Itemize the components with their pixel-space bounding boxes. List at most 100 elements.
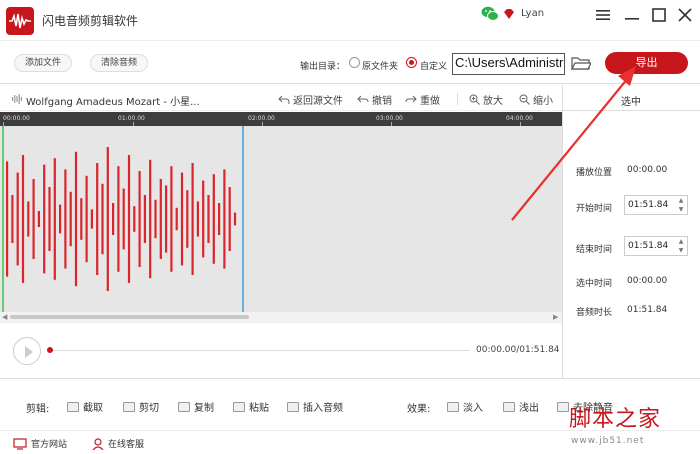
radio-custom-label[interactable]: 自定义	[420, 59, 447, 72]
waveform-bar	[21, 155, 25, 283]
radio-source-folder-label[interactable]: 原文件夹	[362, 59, 398, 72]
waveform-bar	[101, 183, 104, 255]
copy-button[interactable]: 复制	[178, 399, 214, 414]
play-position-label: 播放位置	[576, 168, 613, 178]
user-name[interactable]: Lyan	[521, 8, 544, 19]
trim-button[interactable]: 截取	[67, 399, 103, 414]
zoom-out-icon	[519, 94, 530, 105]
app-title: 闪电音频剪辑软件	[42, 14, 139, 28]
back-to-source-button[interactable]: 返回源文件	[278, 92, 343, 107]
clear-audio-button[interactable]: 清除音频	[90, 54, 149, 72]
waveform-bar	[202, 180, 205, 258]
waveform-bar	[16, 172, 19, 266]
selection-panel-title: 选中	[621, 97, 641, 108]
radio-source-folder[interactable]	[349, 57, 360, 68]
toolbar-divider	[457, 93, 458, 105]
waveform-bar	[122, 188, 125, 250]
paste-label: 粘贴	[249, 403, 269, 414]
scrollbar-thumb[interactable]	[10, 315, 249, 319]
official-website-link[interactable]: 官方网站	[13, 437, 67, 450]
play-position-value: 00:00.00	[627, 165, 668, 175]
end-time-down-icon[interactable]: ▼	[675, 246, 687, 255]
waveform-bar	[117, 166, 120, 272]
waveform-bar	[112, 203, 115, 235]
redo-icon	[405, 95, 417, 102]
output-path-input[interactable]: C:\Users\Administrator	[452, 53, 565, 75]
undo-label: 撤销	[372, 96, 392, 107]
insert-audio-button[interactable]: 插入音频	[287, 399, 343, 414]
scroll-right-arrow-icon[interactable]: ▶	[553, 313, 558, 321]
export-button[interactable]: 导出	[605, 52, 688, 74]
waveform-bar	[180, 172, 184, 266]
waveform-bar	[228, 187, 231, 251]
copy-label: 复制	[194, 403, 214, 414]
site-watermark: 脚本之家 www.jb51.net	[569, 401, 697, 451]
waveform-bar	[53, 158, 56, 280]
start-time-label: 开始时间	[576, 204, 613, 214]
selection-panel: 选中 播放位置 00:00.00 开始时间 01:51.84 ▲ ▼ 结束时间 0…	[562, 85, 700, 378]
menu-button[interactable]	[592, 4, 614, 26]
customer-service-icon	[92, 437, 104, 450]
zoom-in-button[interactable]: 放大	[469, 92, 503, 107]
ruler-label: 02:00.00	[248, 115, 275, 122]
end-time-up-icon[interactable]: ▲	[675, 237, 687, 246]
playback-progress[interactable]	[47, 347, 470, 353]
timeline-ruler[interactable]: 00:00.00 01:00.00 02:00.00 03:00.00 04:0…	[0, 112, 562, 126]
waveform-bar	[170, 166, 173, 272]
undo-button[interactable]: 撤销	[357, 92, 392, 107]
folder-open-icon[interactable]	[571, 55, 591, 71]
undo-icon	[357, 95, 369, 102]
start-time-down-icon[interactable]: ▼	[675, 205, 687, 214]
waveform-bar	[80, 198, 83, 240]
scroll-left-arrow-icon[interactable]: ◀	[2, 313, 7, 321]
horizontal-scrollbar[interactable]: ◀ ▶	[0, 312, 562, 322]
waveform-bar	[74, 151, 78, 287]
waveform-bar	[64, 169, 67, 269]
radio-custom[interactable]	[406, 57, 417, 68]
waveform-bar	[165, 185, 168, 253]
waveform-bar	[133, 206, 136, 232]
minimize-button[interactable]	[621, 4, 643, 26]
start-time-value[interactable]: 01:51.84	[628, 200, 668, 210]
redo-button[interactable]: 重做	[405, 92, 440, 107]
wechat-icon[interactable]	[481, 6, 499, 22]
progress-knob[interactable]	[47, 347, 53, 353]
waveform-bar	[175, 207, 178, 231]
online-support-link[interactable]: 在线客服	[92, 437, 144, 450]
end-time-stepper[interactable]: 01:51.84 ▲ ▼	[624, 236, 688, 256]
waveform-bar	[212, 174, 215, 264]
cut-button[interactable]: 剪切	[123, 399, 159, 414]
player-controls: 00:00.00/01:51.84	[0, 322, 562, 378]
fade-out-icon	[503, 401, 515, 412]
end-time-value[interactable]: 01:51.84	[628, 241, 668, 251]
waveform-bar	[37, 211, 40, 227]
fade-in-button[interactable]: 淡入	[447, 399, 483, 414]
fade-out-button[interactable]: 浅出	[503, 399, 539, 414]
close-icon	[678, 8, 692, 22]
waveform-bar	[159, 179, 162, 259]
paste-button[interactable]: 粘贴	[233, 399, 269, 414]
zoom-out-button[interactable]: 缩小	[519, 92, 553, 107]
watermark-title: 脚本之家	[569, 407, 662, 432]
waveform-logo-icon	[9, 13, 31, 29]
waveform-bar	[207, 195, 210, 243]
insert-audio-icon	[287, 401, 299, 412]
waveform-bar	[32, 179, 35, 259]
duration-label: 音频时长	[576, 308, 613, 318]
vip-badge-icon	[504, 9, 514, 19]
fade-out-label: 浅出	[519, 403, 539, 414]
ruler-label: 03:00.00	[376, 115, 403, 122]
ruler-label: 04:00.00	[506, 115, 533, 122]
waveform-bar	[196, 201, 199, 237]
start-time-stepper[interactable]: 01:51.84 ▲ ▼	[624, 195, 688, 215]
maximize-button[interactable]	[648, 4, 670, 26]
track-header: Wolfgang Amadeus Mozart - 小星... 返回源文件 撤销…	[0, 85, 562, 111]
add-file-button[interactable]: 添加文件	[14, 54, 73, 72]
play-button[interactable]	[13, 337, 41, 365]
start-time-up-icon[interactable]: ▲	[675, 196, 687, 205]
playback-time: 00:00.00/01:51.84	[476, 345, 560, 355]
online-support-label: 在线客服	[108, 440, 145, 450]
waveform-bar	[154, 199, 157, 239]
waveform-canvas[interactable]	[0, 126, 562, 312]
close-button[interactable]	[674, 4, 696, 26]
